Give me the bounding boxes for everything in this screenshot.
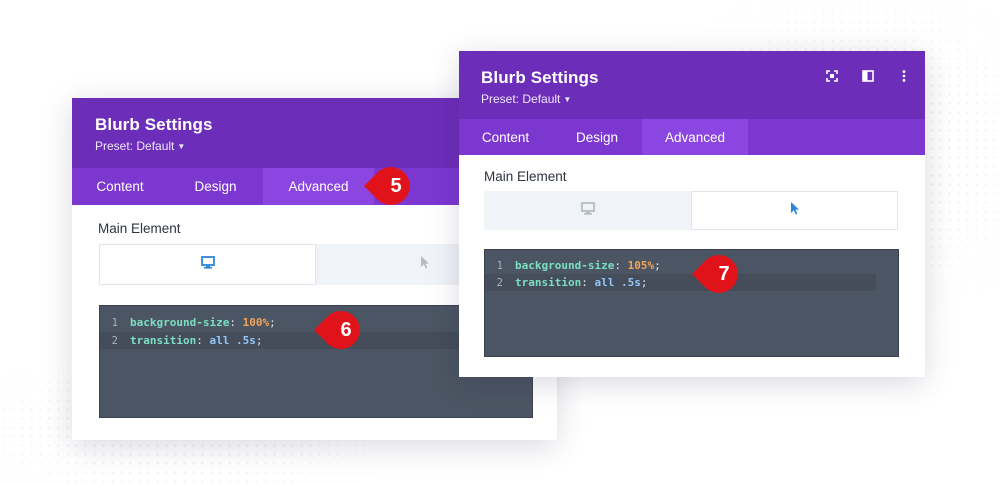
sidebar-layout-icon[interactable] [859,67,877,85]
caret-down-icon: ▼ [563,95,572,104]
step-marker-6: 6 [312,311,366,349]
tab-design[interactable]: Design [552,119,642,155]
css-value: 100% [242,316,270,329]
caret-down-icon: ▼ [177,142,186,151]
tab-content[interactable]: Content [72,168,168,205]
header-actions [823,67,913,85]
tab-design[interactable]: Design [168,168,263,205]
settings-panel-front: Blurb Settings Preset: Default ▼ Content… [459,51,925,377]
preset-label: Preset: Default [481,92,561,106]
css-duration: .5s [620,276,641,289]
cursor-icon [790,201,800,220]
step-marker-7: 7 [690,255,744,293]
line-number: 1 [496,259,503,272]
hover-state-button[interactable] [691,191,898,230]
css-property: transition [515,276,582,289]
panel-header: Blurb Settings Preset: Default ▼ [459,51,925,119]
tab-bar: Content Design Advanced [459,119,925,155]
css-property: transition [130,334,197,347]
panel-title: Blurb Settings [481,68,599,87]
preset-selector[interactable]: Preset: Default ▼ [481,92,571,106]
preset-label: Preset: Default [95,139,175,153]
tab-content[interactable]: Content [459,119,552,155]
preset-selector[interactable]: Preset: Default ▼ [95,139,185,153]
line-number: 1 [111,316,118,329]
step-number: 5 [390,174,402,197]
cursor-icon [420,255,430,274]
tab-advanced[interactable]: Advanced [642,119,748,155]
step-number: 7 [718,262,730,285]
css-keyword: all [209,334,230,347]
css-keyword: all [594,276,615,289]
tab-advanced[interactable]: Advanced [263,168,374,205]
css-property: background-size [515,259,615,272]
desktop-state-button[interactable] [99,244,316,285]
css-property: background-size [130,316,230,329]
panel-title: Blurb Settings [95,115,213,134]
fullscreen-icon[interactable] [823,67,841,85]
step-marker-5: 5 [362,167,416,205]
desktop-icon [580,201,595,220]
section-label: Main Element [484,169,567,184]
desktop-icon [200,255,215,274]
section-label: Main Element [98,221,181,236]
code-line-active: 2 transition: all .5s; [485,274,876,291]
state-toggle [484,191,898,230]
css-value: 105% [627,259,655,272]
desktop-state-button[interactable] [484,191,691,230]
more-vertical-icon[interactable] [895,67,913,85]
line-number: 2 [111,334,118,347]
line-number: 2 [496,276,503,289]
css-duration: .5s [235,334,256,347]
step-number: 6 [340,318,352,341]
